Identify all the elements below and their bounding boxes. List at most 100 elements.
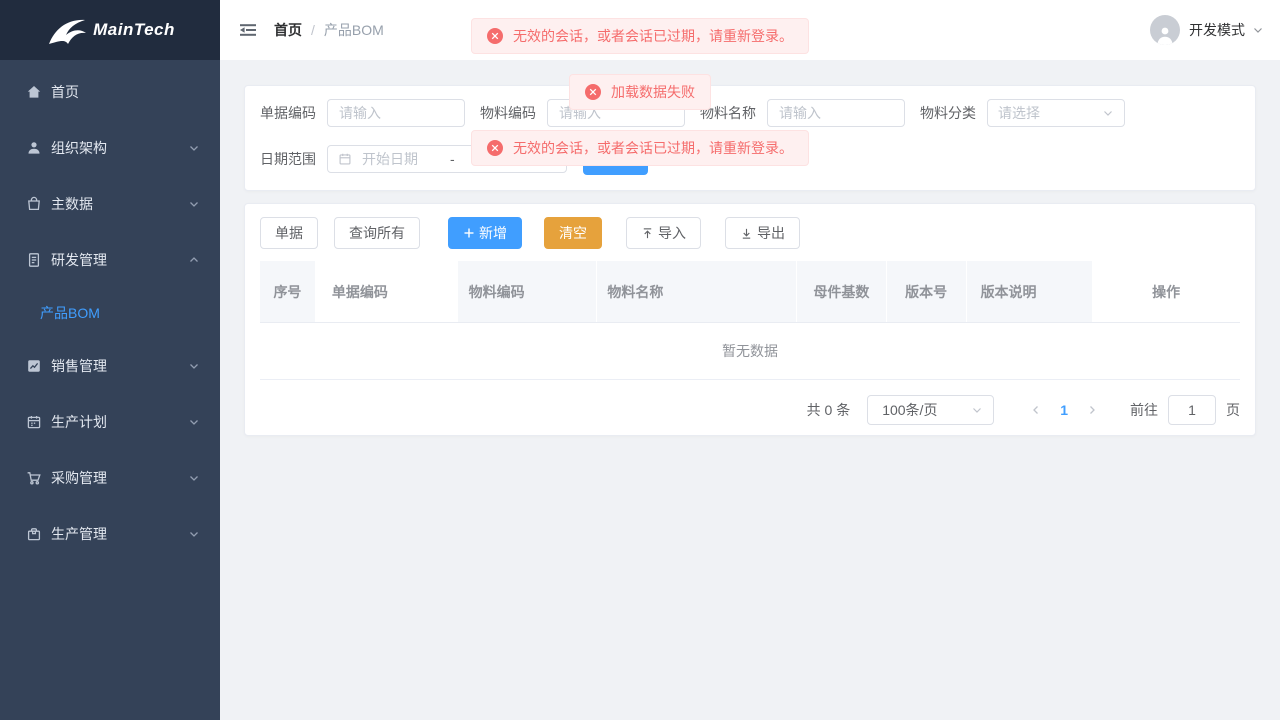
doc-code-input[interactable]: [327, 99, 465, 127]
column-header-actions[interactable]: 操作: [1092, 261, 1240, 322]
sidebar-item-label: 生产计划: [51, 412, 188, 432]
field-label: 单据编码: [260, 103, 316, 123]
sidebar-item-production-plan[interactable]: 生产计划: [0, 394, 220, 450]
sidebar-item-home[interactable]: 首页: [0, 64, 220, 120]
download-icon: [740, 227, 753, 240]
toast-text: 无效的会话，或者会话已过期，请重新登录。: [513, 26, 793, 46]
goto-page-input[interactable]: [1168, 395, 1216, 425]
chart-icon: [26, 358, 42, 374]
sidebar-item-label: 采购管理: [51, 468, 188, 488]
column-header-doc-code[interactable]: 单据编码: [316, 261, 458, 322]
field-label: 日期范围: [260, 149, 316, 169]
chevron-down-icon: [188, 416, 200, 428]
error-toast: 无效的会话，或者会话已过期，请重新登录。: [471, 18, 809, 54]
cart-icon: [26, 470, 42, 486]
user-mode-label: 开发模式: [1189, 20, 1245, 40]
document-icon: [26, 252, 42, 268]
home-icon: [26, 84, 42, 100]
chevron-down-icon: [1102, 107, 1114, 119]
sidebar-subitem-label: 产品BOM: [40, 303, 100, 323]
sidebar-item-master-data[interactable]: 主数据: [0, 176, 220, 232]
logo-swoosh-icon: [45, 11, 91, 49]
page-size-value: 100条/页: [882, 400, 937, 420]
plus-icon: [463, 227, 475, 239]
table-empty-state: 暂无数据: [260, 323, 1240, 380]
column-header-version-desc[interactable]: 版本说明: [967, 261, 1085, 322]
sidebar-item-purchasing[interactable]: 采购管理: [0, 450, 220, 506]
upload-icon: [641, 227, 654, 240]
date-separator: -: [450, 151, 455, 167]
export-button[interactable]: 导出: [725, 217, 800, 249]
sidebar-item-sales[interactable]: 销售管理: [0, 338, 220, 394]
chevron-up-icon: [188, 254, 200, 266]
sidebar-item-rd-management[interactable]: 研发管理: [0, 232, 220, 288]
page-unit-label: 页: [1226, 400, 1240, 420]
page-size-select[interactable]: 100条/页: [867, 395, 994, 425]
table-toolbar: 单据 查询所有 新增 清空 导入 导出: [260, 217, 1240, 249]
avatar: [1150, 15, 1180, 45]
chevron-down-icon: [188, 142, 200, 154]
sidebar-item-label: 首页: [51, 82, 200, 102]
document-button[interactable]: 单据: [260, 217, 318, 249]
query-all-button[interactable]: 查询所有: [334, 217, 420, 249]
breadcrumb-home[interactable]: 首页: [274, 20, 302, 40]
table-header: 序号 单据编码 物料编码 物料名称 母件基数 版本号 版本说明 操作: [260, 261, 1240, 323]
chevron-down-icon: [188, 198, 200, 210]
sidebar-item-label: 组织架构: [51, 138, 188, 158]
sidebar-subitem-product-bom[interactable]: 产品BOM: [0, 288, 220, 338]
column-header-material-name[interactable]: 物料名称: [597, 261, 797, 322]
toast-text: 加载数据失败: [611, 82, 695, 102]
column-header-version[interactable]: 版本号: [887, 261, 967, 322]
column-header-index[interactable]: 序号: [260, 261, 316, 322]
material-name-input[interactable]: [767, 99, 905, 127]
select-placeholder: 请选择: [998, 103, 1040, 123]
sidebar-item-org[interactable]: 组织架构: [0, 120, 220, 176]
calendar-icon: [26, 414, 42, 430]
current-page[interactable]: 1: [1048, 402, 1080, 418]
chevron-down-icon: [188, 360, 200, 372]
prev-page-icon[interactable]: [1024, 404, 1048, 416]
error-icon: [487, 28, 503, 44]
field-label: 物料分类: [920, 103, 976, 123]
error-toast: 加载数据失败: [569, 74, 711, 110]
logo-text: MainTech: [93, 20, 175, 40]
error-toast: 无效的会话，或者会话已过期，请重新登录。: [471, 130, 809, 166]
breadcrumb-separator: /: [311, 22, 315, 38]
column-spacer: [1084, 261, 1092, 322]
next-page-icon[interactable]: [1080, 404, 1104, 416]
column-header-parent-base[interactable]: 母件基数: [797, 261, 887, 322]
user-menu[interactable]: 开发模式: [1150, 15, 1264, 45]
sidebar-item-production-mgmt[interactable]: 生产管理: [0, 506, 220, 562]
column-header-material-code[interactable]: 物料编码: [458, 261, 598, 322]
material-category-select[interactable]: 请选择: [987, 99, 1125, 127]
clear-button[interactable]: 清空: [544, 217, 602, 249]
sidebar-item-label: 销售管理: [51, 356, 188, 376]
calendar-icon: [338, 152, 352, 166]
sidebar-item-label: 研发管理: [51, 250, 188, 270]
sidebar: MainTech 首页 组织架构 主数据: [0, 0, 220, 720]
app-logo: MainTech: [0, 0, 220, 60]
pagination: 共 0 条 100条/页 1 前往 页: [260, 395, 1240, 425]
sidebar-item-label: 主数据: [51, 194, 188, 214]
breadcrumb: 首页 / 产品BOM: [274, 20, 384, 40]
chevron-down-icon: [188, 472, 200, 484]
goto-label: 前往: [1130, 400, 1158, 420]
sidebar-collapse-icon[interactable]: [238, 20, 258, 40]
import-button[interactable]: 导入: [626, 217, 701, 249]
breadcrumb-current: 产品BOM: [324, 20, 384, 40]
pagination-total: 共 0 条: [807, 400, 851, 420]
field-label: 物料编码: [480, 103, 536, 123]
sidebar-nav: 首页 组织架构 主数据 研发管理: [0, 60, 220, 562]
chevron-down-icon: [971, 404, 983, 416]
user-icon: [26, 140, 42, 156]
chevron-down-icon: [188, 528, 200, 540]
add-button[interactable]: 新增: [448, 217, 522, 249]
error-icon: [585, 84, 601, 100]
table-panel: 单据 查询所有 新增 清空 导入 导出 序号 单据编码: [244, 203, 1256, 436]
toast-text: 无效的会话，或者会话已过期，请重新登录。: [513, 138, 793, 158]
bag-icon: [26, 196, 42, 212]
chevron-down-icon: [1252, 24, 1264, 36]
error-icon: [487, 140, 503, 156]
sidebar-item-label: 生产管理: [51, 524, 188, 544]
box-icon: [26, 526, 42, 542]
